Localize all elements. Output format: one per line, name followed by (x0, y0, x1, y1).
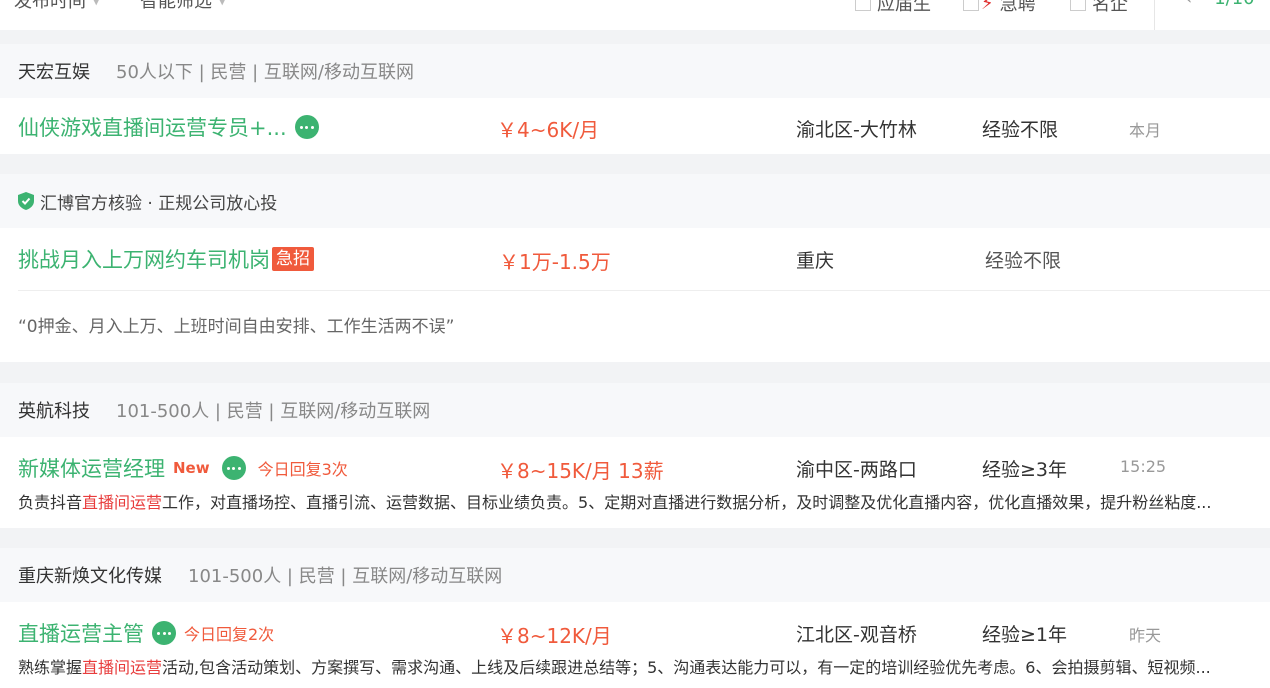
checkbox-famous-company[interactable]: 名企 (1070, 0, 1128, 16)
job-description: 熟练掌握直播间运营活动,包含活动策划、方案撰写、需求沟通、上线及后续跟进总结等；… (18, 658, 1211, 677)
lightning-icon: ⚡ (981, 0, 994, 14)
company-name[interactable]: 天宏互娱 (18, 58, 90, 84)
job-title[interactable]: 直播运营主管 (18, 618, 144, 648)
job-description: 负责抖音直播间运营工作，对直播场控、直播引流、运营数据、目标业绩负责。5、定期对… (18, 493, 1212, 512)
chat-icon[interactable] (294, 115, 319, 139)
job-title[interactable]: 挑战月入上万网约车司机岗 (18, 244, 270, 274)
job-experience: 经验不限 (982, 119, 1059, 141)
job-time: 本月 (1129, 121, 1162, 140)
pager: ‹ 1/10 (1185, 0, 1255, 9)
filter-publish-time[interactable]: 发布时间 ▼ (14, 0, 100, 13)
job-salary: ￥8~12K/月 (497, 624, 612, 648)
job-title-group: 仙侠游戏直播间运营专员+... (18, 112, 319, 142)
job-location: 渝北区-大竹林 (796, 119, 917, 141)
verified-header: 汇博官方核验 · 正规公司放心投 (0, 174, 1270, 228)
divider (18, 290, 1270, 291)
job-location: 渝中区-两路口 (796, 459, 917, 481)
company-header: 重庆新焕文化传媒 101-500人 | 民营 | 互联网/移动互联网 (0, 548, 1270, 602)
job-location: 重庆 (796, 250, 835, 272)
chevron-down-icon: ▼ (218, 0, 227, 7)
chevron-down-icon: ▼ (92, 0, 101, 7)
verified-text: 汇博官方核验 · 正规公司放心投 (40, 193, 278, 214)
checkbox-box[interactable] (1070, 0, 1086, 11)
job-salary: ￥4~6K/月 (497, 118, 600, 142)
chevron-left-icon[interactable]: ‹ (1185, 0, 1192, 9)
verified-info: 汇博官方核验 · 正规公司放心投 (18, 174, 277, 228)
company-info: 英航科技 101-500人 | 民营 | 互联网/移动互联网 (18, 383, 430, 437)
job-title[interactable]: 仙侠游戏直播间运营专员+... (18, 112, 287, 142)
reply-count: 今日回复2次 (184, 625, 275, 644)
job-salary: ￥8~15K/月 13薪 (497, 459, 664, 483)
new-badge: New (173, 459, 210, 477)
job-row[interactable]: 仙侠游戏直播间运营专员+... ￥4~6K/月 渝北区-大竹林 经验不限 本月 (0, 98, 1270, 154)
job-title-group: 直播运营主管 今日回复2次 (18, 618, 274, 648)
job-title-group: 挑战月入上万网约车司机岗 急招 (18, 244, 314, 274)
checkbox-graduate[interactable]: 应届生 (855, 0, 931, 16)
job-row[interactable]: 直播运营主管 今日回复2次 ￥8~12K/月 江北区-观音桥 经验≥1年 昨天 … (0, 602, 1270, 688)
company-header: 英航科技 101-500人 | 民营 | 互联网/移动互联网 (0, 383, 1270, 437)
chat-icon[interactable] (152, 621, 176, 645)
job-experience: 经验≥3年 (982, 459, 1068, 481)
company-meta: 50人以下 | 民营 | 互联网/移动互联网 (116, 62, 414, 83)
job-title[interactable]: 新媒体运营经理 (18, 453, 165, 483)
filter-bar: 发布时间 ▼ 智能筛选 ▼ 应届生 ⚡ 急聘 名企 ‹ 1/10 (0, 0, 1270, 30)
keyword-highlight: 直播间运营 (82, 658, 163, 677)
job-salary: ￥1万-1.5万 (499, 250, 611, 274)
chat-icon[interactable] (221, 456, 246, 480)
company-info: 重庆新焕文化传媒 101-500人 | 民营 | 互联网/移动互联网 (18, 548, 502, 602)
reply-count: 今日回复3次 (257, 460, 348, 479)
company-meta: 101-500人 | 民营 | 互联网/移动互联网 (188, 566, 503, 587)
checkbox-box[interactable] (963, 0, 979, 11)
job-row[interactable]: 挑战月入上万网约车司机岗 急招 ￥1万-1.5万 重庆 经验不限 “0押金、月入… (0, 228, 1270, 362)
company-info: 天宏互娱 50人以下 | 民营 | 互联网/移动互联网 (18, 44, 414, 98)
company-name[interactable]: 重庆新焕文化传媒 (18, 562, 162, 588)
job-experience: 经验不限 (985, 250, 1062, 272)
company-header: 天宏互娱 50人以下 | 民营 | 互联网/移动互联网 (0, 44, 1270, 98)
urgent-badge: 急招 (272, 247, 314, 271)
checkbox-box[interactable] (855, 0, 871, 11)
job-quote: “0押金、月入上万、上班时间自由安排、工作生活两不误” (18, 317, 455, 337)
job-time: 15:25 (1120, 457, 1167, 476)
shield-check-icon (18, 192, 34, 210)
job-row[interactable]: 新媒体运营经理 New 今日回复3次 ￥8~15K/月 13薪 渝中区-两路口 … (0, 437, 1270, 528)
checkbox-urgent[interactable]: ⚡ 急聘 (963, 0, 1036, 16)
company-name[interactable]: 英航科技 (18, 397, 90, 423)
divider (1154, 0, 1155, 30)
job-title-group: 新媒体运营经理 New 今日回复3次 (18, 453, 348, 483)
job-experience: 经验≥1年 (982, 624, 1068, 646)
company-meta: 101-500人 | 民营 | 互联网/移动互联网 (116, 401, 431, 422)
job-time: 昨天 (1129, 626, 1162, 645)
job-location: 江北区-观音桥 (796, 624, 917, 646)
keyword-highlight: 直播间运营 (82, 493, 163, 512)
page-indicator: 1/10 (1214, 0, 1254, 9)
filter-smart[interactable]: 智能筛选 ▼ (140, 0, 226, 13)
